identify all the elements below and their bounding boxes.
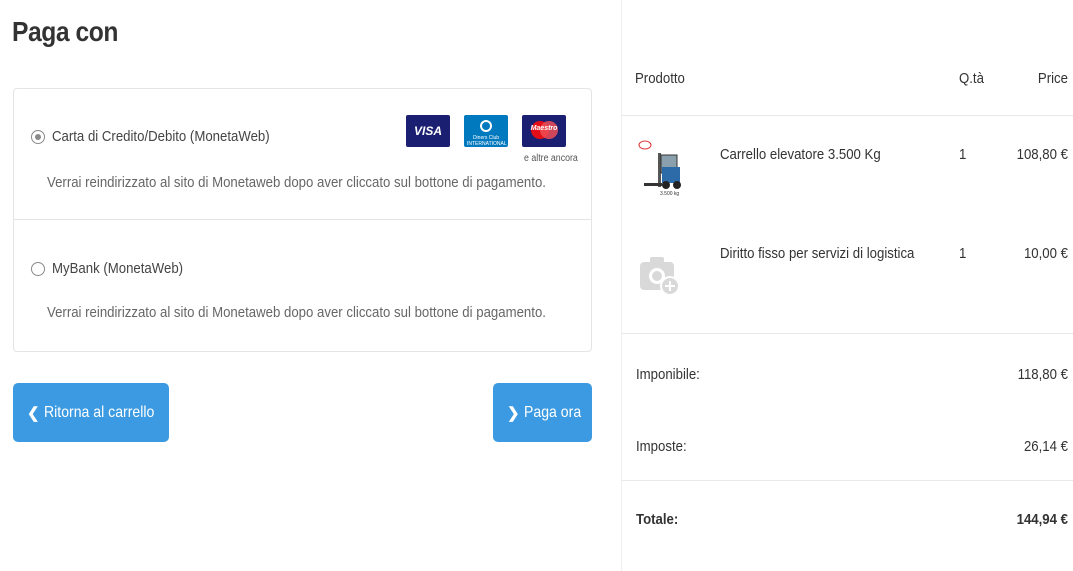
imponibile-label: Imponibile: bbox=[636, 366, 700, 383]
more-cards-text: e altre ancora bbox=[524, 153, 578, 164]
divider bbox=[622, 480, 1073, 481]
header-product: Prodotto bbox=[635, 70, 685, 87]
radio-mybank[interactable] bbox=[31, 262, 45, 276]
item-qty: 1 bbox=[959, 245, 967, 262]
camera-placeholder-icon bbox=[640, 257, 680, 296]
option-label: Carta di Credito/Debito (MonetaWeb) bbox=[52, 128, 270, 145]
option-description: Verrai reindirizzato al sito di Monetawe… bbox=[47, 174, 546, 191]
maestro-text: Maestro bbox=[530, 125, 558, 132]
payment-panel: Paga con Carta di Credito/Debito (Moneta… bbox=[0, 0, 615, 571]
page-title: Paga con bbox=[12, 16, 119, 47]
forklift-image: 3.500 kg bbox=[638, 140, 681, 197]
imposte-label: Imposte: bbox=[636, 438, 687, 455]
forklift-caption: 3.500 kg bbox=[660, 191, 679, 197]
header-price: Price bbox=[1037, 70, 1068, 87]
diners-club-logo: Diners Club INTERNATIONAL bbox=[464, 115, 508, 147]
item-price: 10,00 € bbox=[1023, 245, 1068, 262]
chevron-right-icon: ❯ bbox=[507, 404, 520, 422]
totale-label: Totale: bbox=[636, 511, 679, 528]
payment-methods: Carta di Credito/Debito (MonetaWeb) VISA… bbox=[13, 88, 592, 352]
radio-card[interactable] bbox=[31, 130, 45, 144]
pay-now-button[interactable]: ❯ Paga ora bbox=[493, 383, 592, 442]
item-name: Diritto fisso per servizi di logistica bbox=[720, 245, 915, 262]
option-description: Verrai reindirizzato al sito di Monetawe… bbox=[47, 304, 546, 321]
back-button-label: Ritorna al carrello bbox=[43, 403, 154, 421]
item-price: 108,80 € bbox=[1016, 146, 1068, 163]
imposte-value: 26,14 € bbox=[1023, 438, 1068, 455]
order-summary: Prodotto Q.tà Price 3.500 kg Carrello el… bbox=[621, 0, 1073, 571]
totale-value: 144,94 € bbox=[1016, 511, 1068, 528]
maestro-logo: Maestro bbox=[522, 115, 566, 147]
item-name: Carrello elevatore 3.500 Kg bbox=[720, 146, 881, 163]
divider bbox=[622, 333, 1073, 334]
divider bbox=[622, 115, 1073, 116]
item-qty: 1 bbox=[959, 146, 967, 163]
pay-button-label: Paga ora bbox=[523, 403, 581, 421]
payment-option-card[interactable]: Carta di Credito/Debito (MonetaWeb) VISA… bbox=[14, 89, 591, 220]
chevron-left-icon: ❮ bbox=[27, 404, 40, 422]
option-label: MyBank (MonetaWeb) bbox=[52, 260, 184, 277]
diners-club-text: Diners Club INTERNATIONAL bbox=[467, 135, 507, 147]
card-logos: VISA Diners Club INTERNATIONAL Maestro e… bbox=[406, 115, 578, 165]
visa-logo: VISA bbox=[406, 115, 450, 147]
payment-option-mybank[interactable]: MyBank (MonetaWeb) Verrai reindirizzato … bbox=[14, 220, 591, 351]
imponibile-value: 118,80 € bbox=[1017, 366, 1068, 383]
back-to-cart-button[interactable]: ❮ Ritorna al carrello bbox=[13, 383, 169, 442]
